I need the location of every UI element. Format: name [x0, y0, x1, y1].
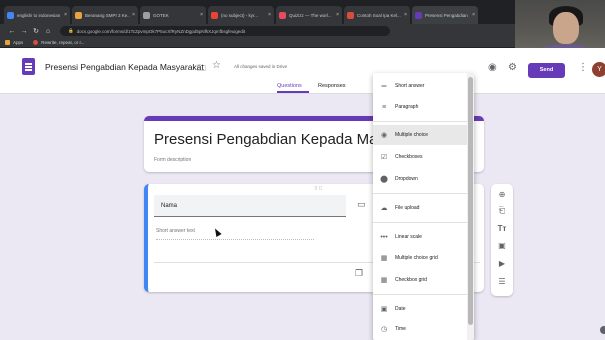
calendar-icon: ▣ — [380, 306, 388, 313]
bookmark-icon — [33, 40, 39, 45]
close-icon[interactable]: × — [64, 12, 67, 18]
send-button[interactable]: Send — [528, 63, 565, 78]
close-icon[interactable]: × — [336, 12, 339, 18]
help-icon[interactable] — [600, 326, 605, 334]
favicon-icon — [347, 11, 354, 19]
gear-icon[interactable]: ⚙ — [508, 62, 517, 73]
forms-header: Presensi Pengabdian Kepada Masyarakat 🗀 … — [0, 48, 605, 94]
radio-icon: ◉ — [380, 132, 388, 139]
menu-item-checkbox-grid[interactable]: ▦ Checkbox grid — [373, 270, 467, 290]
back-icon[interactable]: ← — [6, 28, 18, 35]
duplicate-icon[interactable]: ❐ — [355, 268, 363, 279]
close-icon[interactable]: × — [472, 12, 475, 18]
add-section-icon[interactable]: ☰ — [491, 277, 513, 286]
short-answer-placeholder: Short answer text — [156, 228, 314, 240]
grid-icon: ▦ — [380, 255, 388, 262]
add-video-icon[interactable]: ▶ — [491, 259, 513, 268]
save-status: All changes saved in Drive — [234, 64, 288, 69]
close-icon[interactable]: × — [404, 12, 407, 18]
avatar[interactable]: Y — [592, 62, 605, 77]
reload-icon[interactable]: ↻ — [30, 27, 42, 35]
menu-item-paragraph[interactable]: ≡ Paragraph — [373, 97, 467, 117]
checkbox-grid-icon: ▦ — [380, 277, 388, 284]
lock-icon: 🔒 — [68, 28, 74, 33]
dropdown-icon: ⬤ — [380, 176, 388, 183]
menu-item-file-upload[interactable]: ☁ File upload — [373, 198, 467, 218]
favicon-icon — [415, 11, 422, 19]
browser-tab[interactable]: GOTEK × — [140, 6, 206, 24]
side-toolbar: ⊕ ⎗ Tт ▣ ▶ ☰ — [491, 184, 513, 296]
close-icon[interactable]: × — [268, 12, 271, 18]
google-forms-icon[interactable] — [22, 58, 35, 75]
menu-item-checkboxes[interactable]: ☑ Checkboxes — [373, 147, 467, 167]
favicon-icon — [143, 11, 150, 19]
menu-item-time[interactable]: ◷ Time — [373, 319, 467, 339]
tab-responses[interactable]: Responses — [318, 83, 346, 89]
paragraph-icon: ≡ — [381, 103, 387, 111]
browser-tab[interactable]: (no subject) - kyr... × — [208, 6, 274, 24]
cloud-upload-icon: ☁ — [380, 205, 388, 212]
bookmark-apps[interactable]: Apps — [5, 40, 23, 45]
drag-handle-icon[interactable]: ⠿⠿ — [314, 186, 323, 192]
browser-tab[interactable]: Quizizz — The worl... × — [276, 6, 342, 24]
favicon-icon — [211, 11, 218, 19]
menu-item-dropdown[interactable]: ⬤ Dropdown — [373, 169, 467, 189]
more-options-icon[interactable]: ⋮ — [578, 62, 588, 73]
menu-scrollbar[interactable] — [467, 73, 474, 340]
close-icon[interactable]: × — [132, 12, 135, 18]
add-image-icon[interactable]: ▣ — [491, 241, 513, 250]
tab-questions[interactable]: Questions — [277, 83, 302, 89]
forward-icon[interactable]: → — [18, 28, 30, 35]
active-tab-indicator — [277, 91, 309, 93]
url-field[interactable]: 🔒 docs.google.com/forms/d/1TcZpvmpOk7P5uc… — [60, 26, 390, 36]
favicon-icon — [279, 11, 286, 19]
menu-item-multiple-choice-grid[interactable]: ▦ Multiple choice grid — [373, 248, 467, 268]
menu-item-multiple-choice[interactable]: ◉ Multiple choice — [373, 125, 467, 145]
eye-icon[interactable]: ◉ — [488, 62, 497, 73]
question-type-menu: ═ Short answer ≡ Paragraph ◉ Multiple choic… — [373, 73, 474, 340]
import-questions-icon[interactable]: ⎗ — [491, 206, 513, 216]
scrollbar-thumb[interactable] — [468, 77, 473, 325]
apps-icon — [5, 40, 10, 45]
checkbox-icon: ☑ — [380, 154, 388, 161]
browser-tab[interactable]: Beranang SMPI 3 Ke... × — [72, 6, 138, 24]
menu-item-linear-scale[interactable]: ••• Linear scale — [373, 227, 467, 247]
bookmark-rewrite[interactable]: Rewrite, repeat, or r... — [33, 40, 85, 45]
menu-item-date[interactable]: ▣ Date — [373, 299, 467, 319]
question-title-input[interactable]: Nama — [154, 195, 346, 217]
browser-tab[interactable]: Contoh Soal Ipa Kel... × — [344, 6, 410, 24]
menu-item-short-answer[interactable]: ═ Short answer — [373, 76, 467, 96]
favicon-icon — [7, 11, 14, 19]
browser-tab-active[interactable]: Presensi Pengabdian × — [412, 6, 478, 24]
linear-scale-icon: ••• — [380, 233, 388, 241]
add-question-icon[interactable]: ⊕ — [491, 190, 513, 199]
image-icon[interactable]: ▭ — [357, 199, 366, 210]
browser-tab[interactable]: englishi to indonesian × — [4, 6, 70, 24]
home-icon[interactable]: ⌂ — [42, 28, 54, 35]
document-title[interactable]: Presensi Pengabdian Kepada Masyarakat — [45, 62, 204, 72]
favicon-icon — [75, 11, 82, 19]
close-icon[interactable]: × — [200, 12, 203, 18]
star-icon[interactable]: ☆ — [212, 60, 221, 71]
form-description[interactable]: Form description — [154, 157, 191, 163]
short-answer-icon: ═ — [381, 82, 387, 90]
clock-icon: ◷ — [380, 326, 388, 333]
folder-icon[interactable]: 🗀 — [197, 61, 206, 77]
add-title-icon[interactable]: Tт — [491, 224, 513, 233]
